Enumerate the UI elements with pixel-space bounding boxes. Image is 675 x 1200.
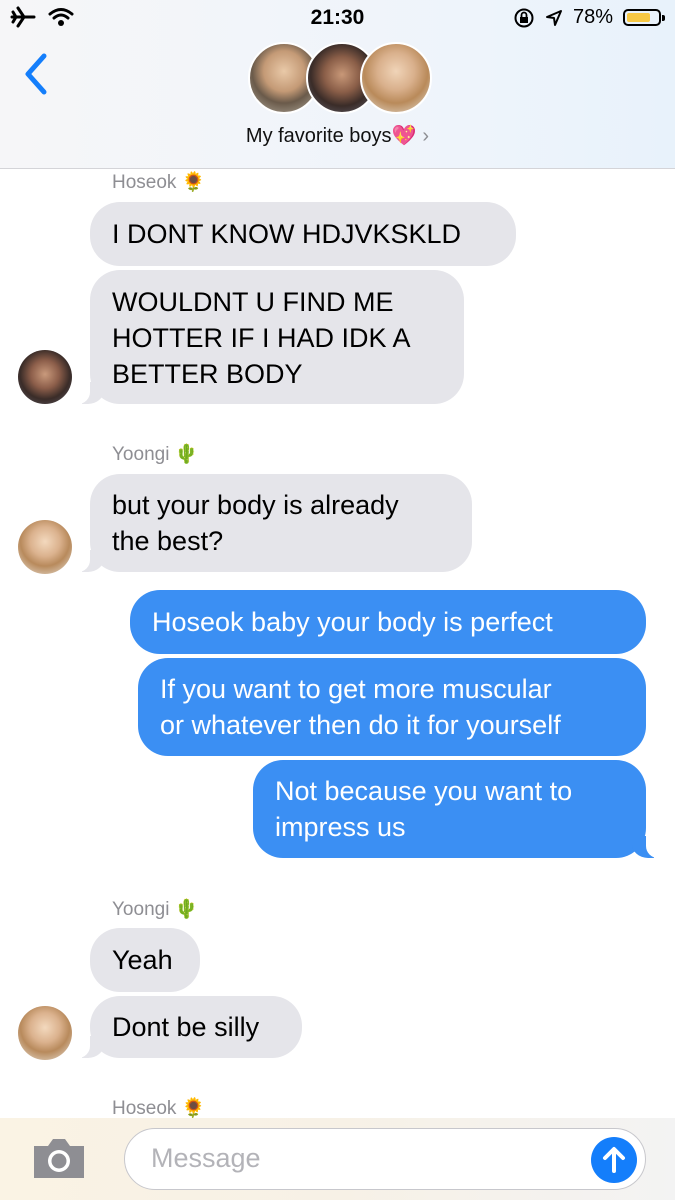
send-arrow-icon bbox=[603, 1147, 625, 1173]
message-text: BETTER BODY bbox=[112, 359, 303, 389]
avatar[interactable] bbox=[18, 1006, 72, 1060]
send-button[interactable] bbox=[591, 1137, 637, 1183]
message-input[interactable]: Message bbox=[124, 1128, 646, 1190]
avatar bbox=[360, 42, 432, 114]
message-text: HOTTER IF I HAD IDK A bbox=[112, 323, 411, 353]
message-text: Hoseok baby your body is perfect bbox=[152, 607, 553, 637]
sender-name: Hoseok 🌻 bbox=[112, 172, 206, 193]
location-icon bbox=[545, 9, 562, 26]
message-bubble[interactable]: I DONT KNOW HDJVKSKLD bbox=[90, 202, 516, 266]
status-bar: 21:30 78% bbox=[0, 0, 675, 40]
battery-icon bbox=[623, 9, 665, 26]
back-chevron-icon[interactable] bbox=[18, 50, 58, 98]
message-bubble[interactable]: Hoseok baby your body is perfect bbox=[130, 590, 646, 654]
message-bubble[interactable]: If you want to get more muscular or what… bbox=[138, 658, 646, 756]
message-text: the best? bbox=[112, 526, 224, 556]
sender-name: Yoongi 🌵 bbox=[112, 444, 199, 465]
message-text: If you want to get more muscular bbox=[160, 674, 552, 704]
message-placeholder: Message bbox=[151, 1143, 261, 1173]
message-bubble[interactable]: Not because you want to impress us bbox=[253, 760, 672, 858]
message-text: or whatever then do it for yourself bbox=[160, 710, 561, 740]
avatar[interactable] bbox=[18, 350, 72, 404]
sender-name: Yoongi 🌵 bbox=[112, 899, 199, 920]
message-text: I DONT KNOW HDJVKSKLD bbox=[112, 219, 462, 249]
message-text: Yeah bbox=[112, 945, 173, 975]
battery-percent: 78% bbox=[572, 6, 613, 28]
message-bubble[interactable]: Yeah bbox=[90, 928, 200, 992]
avatar[interactable] bbox=[18, 520, 72, 574]
message-text: Dont be silly bbox=[112, 1012, 260, 1042]
message-bubble[interactable]: but your body is already the best? bbox=[64, 474, 472, 572]
message-bubble[interactable]: Dont be silly bbox=[64, 996, 302, 1058]
lock-rotation-icon bbox=[514, 8, 534, 27]
compose-bar: Message bbox=[0, 1118, 675, 1200]
group-title[interactable]: My favorite boys💖 › bbox=[0, 123, 675, 148]
group-name-label: My favorite boys💖 bbox=[245, 125, 417, 147]
sender-name: Hoseok 🌻 bbox=[112, 1098, 206, 1119]
message-text: but your body is already bbox=[112, 490, 399, 520]
message-text: Not because you want to bbox=[275, 776, 573, 806]
message-text: impress us bbox=[275, 812, 406, 842]
chevron-right-icon: › bbox=[422, 125, 430, 147]
camera-icon[interactable] bbox=[30, 1136, 88, 1180]
message-bubble[interactable]: WOULDNT U FIND ME HOTTER IF I HAD IDK A … bbox=[64, 270, 464, 404]
group-avatars[interactable] bbox=[248, 42, 432, 116]
message-text: WOULDNT U FIND ME bbox=[112, 287, 394, 317]
